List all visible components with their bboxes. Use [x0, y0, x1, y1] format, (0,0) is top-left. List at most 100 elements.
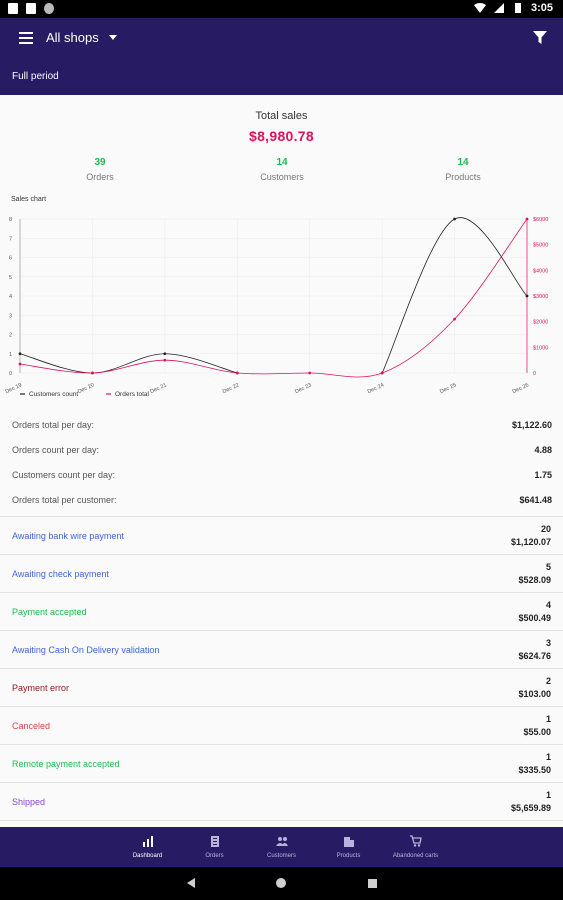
y-tick-label-left: 3	[9, 313, 12, 319]
battery-icon	[514, 3, 521, 13]
y-tick-label-right: $4000	[533, 268, 548, 274]
x-tick-label: Dec 21	[149, 382, 167, 395]
caret-down-icon	[108, 35, 117, 40]
menu-icon[interactable]	[19, 32, 33, 44]
metric-label: Orders count per day:	[12, 445, 100, 455]
clipboard-icon	[209, 835, 221, 847]
series-line-customers	[19, 353, 238, 374]
nav-item-abandoned-carts[interactable]: Abandoned carts	[382, 827, 449, 867]
sales-chart: 0 1 2 3 4 5 6 7 8 0 $1000 $2000 $3000 $4000 $5000 $6000…	[5, 217, 549, 398]
nav-item-label: Orders	[205, 853, 224, 859]
metric-row: Orders total per customer: $641.48	[0, 488, 563, 513]
data-point	[308, 371, 312, 375]
y-tick-label-right: $5000	[533, 243, 548, 249]
order-status-count: 1	[545, 790, 551, 800]
data-point	[235, 371, 239, 375]
x-tick-label: Dec 19	[5, 382, 23, 395]
order-status-amount: $335.50	[518, 765, 551, 775]
metric-row: Orders total per day: $1,122.60	[0, 413, 563, 438]
metric-value: $641.48	[519, 495, 552, 505]
legend-label: Customers count	[29, 391, 78, 398]
system-navigation	[0, 867, 563, 900]
nav-item-customers[interactable]: Customers	[248, 827, 315, 867]
order-status-row[interactable]: Shipped 1 $5,659.89	[0, 783, 563, 821]
y-tick-label-left: 2	[9, 333, 12, 339]
stat-orders: 39 Orders	[40, 157, 160, 182]
data-point	[163, 352, 167, 356]
stat-label: Orders	[86, 172, 114, 182]
shop-selector[interactable]: All shops	[46, 30, 117, 45]
series-line-orders	[19, 218, 528, 378]
sync-icon	[44, 3, 54, 14]
x-tick-label: Dec 20	[77, 382, 95, 395]
home-icon[interactable]	[276, 878, 286, 888]
filter-icon[interactable]	[533, 31, 547, 45]
stat-customers: 14 Customers	[222, 157, 342, 182]
stat-value: 39	[94, 157, 106, 168]
order-status-count: 2	[545, 676, 551, 686]
data-point	[91, 371, 94, 375]
data-point	[163, 358, 167, 362]
status-bar: 3:05	[0, 0, 563, 18]
order-status-row[interactable]: Canceled 1 $55.00	[0, 707, 563, 745]
recent-apps-icon[interactable]	[368, 879, 377, 888]
order-status-row[interactable]: Awaiting bank wire payment 20 $1,120.07	[0, 517, 563, 555]
total-sales: Total sales $8,980.78	[0, 110, 563, 144]
signal-icon	[493, 3, 504, 13]
order-status-amount: $500.49	[518, 613, 551, 623]
nav-item-dashboard[interactable]: Dashboard	[114, 827, 181, 867]
notification-icon	[8, 3, 18, 14]
metric-row: Customers count per day: 1.75	[0, 463, 563, 488]
x-tick-label: Dec 26	[512, 382, 530, 395]
building-icon	[343, 835, 355, 847]
back-icon[interactable]	[187, 878, 195, 888]
metric-value: 4.88	[534, 445, 552, 455]
data-point	[18, 362, 22, 366]
order-status-list: Awaiting bank wire payment 20 $1,120.07 Awa…	[0, 516, 563, 821]
metrics-list: Orders total per day: $1,122.60 Orders cou…	[0, 413, 563, 513]
nav-item-label: Abandoned carts	[392, 853, 439, 859]
order-status-amount: $5,659.89	[510, 803, 551, 813]
summary-stats: 39 Orders 14 Customers 14 Products	[0, 157, 563, 197]
bar-chart-icon	[142, 835, 154, 847]
metric-label: Orders total per customer:	[12, 495, 117, 505]
y-tick-label-left: 0	[9, 371, 12, 377]
y-tick-label-left: 4	[9, 294, 12, 300]
bottom-navigation: Dashboard Orders Customers Products Abandone…	[0, 827, 563, 867]
nav-item-products[interactable]: Products	[315, 827, 382, 867]
stat-label: Products	[445, 172, 481, 182]
y-tick-label-right: $3000	[533, 294, 548, 300]
metric-label: Customers count per day:	[12, 470, 116, 480]
y-tick-label-left: 1	[9, 352, 12, 358]
clock: 3:05	[530, 2, 553, 14]
metric-row: Orders count per day: 4.88	[0, 438, 563, 463]
order-status-label: Awaiting Cash On Delivery validation	[12, 645, 160, 655]
x-tick-label: Dec 23	[294, 382, 312, 395]
order-status-row[interactable]: Payment accepted 4 $500.49	[0, 593, 563, 631]
period-label[interactable]: Full period	[12, 71, 59, 82]
order-status-label: Awaiting check payment	[12, 569, 109, 579]
document-icon	[26, 3, 36, 14]
people-icon	[275, 835, 288, 847]
metric-value: $1,122.60	[511, 420, 552, 430]
order-status-count: 3	[545, 638, 551, 648]
nav-item-label: Dashboard	[132, 853, 163, 859]
app-bar: All shops Full period	[0, 18, 563, 95]
order-status-row[interactable]: Awaiting Cash On Delivery validation 3 $62…	[0, 631, 563, 669]
data-point	[525, 294, 529, 298]
x-tick-label: Dec 24	[367, 382, 385, 395]
chart-title: Sales chart	[11, 196, 47, 203]
order-status-row[interactable]: Remote payment accepted 1 $335.50	[0, 745, 563, 783]
order-status-row[interactable]: Awaiting check payment 5 $528.09	[0, 555, 563, 593]
y-tick-label-left: 5	[9, 275, 12, 281]
nav-item-orders[interactable]: Orders	[181, 827, 248, 867]
order-status-label: Awaiting bank wire payment	[12, 531, 124, 541]
order-status-amount: $528.09	[518, 575, 551, 585]
data-point	[525, 217, 529, 221]
stat-label: Customers	[260, 172, 304, 182]
y-tick-label-right: $6000	[533, 217, 548, 223]
order-status-row[interactable]: Payment error 2 $103.00	[0, 669, 563, 707]
order-status-label: Shipped	[12, 797, 46, 807]
nav-item-label: Products	[336, 853, 361, 859]
order-status-amount: $1,120.07	[510, 537, 551, 547]
